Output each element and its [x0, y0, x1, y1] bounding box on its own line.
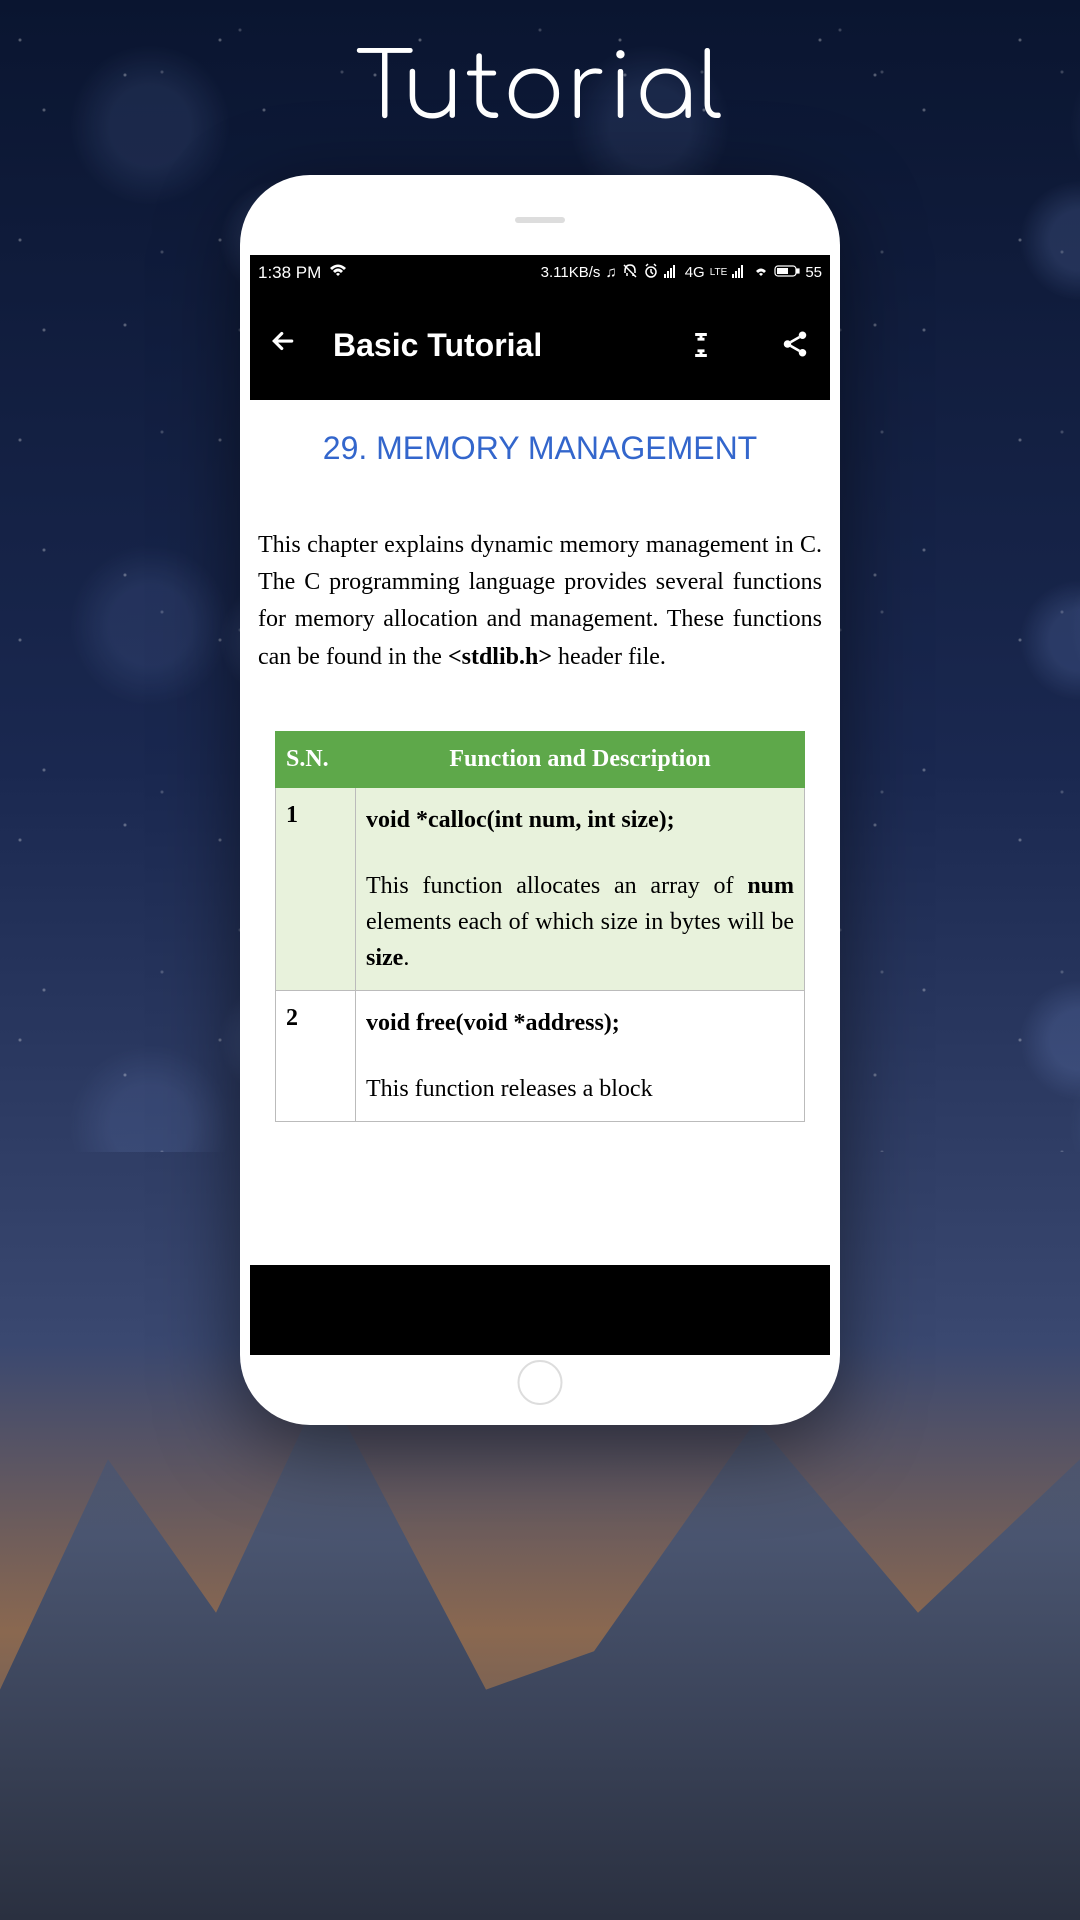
- mute-icon: [622, 263, 638, 283]
- row-content: void free(void *address); This function …: [356, 990, 805, 1121]
- status-time: 1:38 PM: [258, 263, 321, 283]
- status-battery-pct: 55: [805, 264, 822, 281]
- table-header-sn: S.N.: [276, 731, 356, 787]
- chapter-heading: 29. MEMORY MANAGEMENT: [255, 430, 825, 467]
- func-description: This function allocates an array of num …: [366, 873, 794, 971]
- row-sn: 1: [276, 787, 356, 990]
- wifi2-icon: [753, 264, 769, 281]
- back-icon[interactable]: [268, 326, 298, 365]
- status-bar: 1:38 PM 3.11KB/s ♫ 4G LTE: [250, 255, 830, 290]
- row-content: void *calloc(int num, int size); This fu…: [356, 787, 805, 990]
- table-header-row: S.N. Function and Description: [276, 731, 805, 787]
- status-lte: LTE: [710, 267, 728, 278]
- signal-icon: [664, 264, 680, 282]
- row-sn: 2: [276, 990, 356, 1121]
- table-row: 1 void *calloc(int num, int size); This …: [276, 787, 805, 990]
- phone-screen: 1:38 PM 3.11KB/s ♫ 4G LTE: [250, 255, 830, 1355]
- chapter-paragraph: This chapter explains dynamic memory man…: [255, 527, 825, 676]
- func-description: This function releases a block: [366, 1076, 653, 1102]
- signal2-icon: [732, 264, 748, 282]
- table-header-func: Function and Description: [356, 731, 805, 787]
- home-button[interactable]: [518, 1360, 563, 1405]
- fullscreen-icon[interactable]: [687, 331, 715, 359]
- alarm-icon: [643, 263, 659, 283]
- table-row: 2 void free(void *address); This functio…: [276, 990, 805, 1121]
- func-signature: void *calloc(int num, int size);: [366, 802, 794, 838]
- share-icon[interactable]: [780, 329, 812, 361]
- status-right: 3.11KB/s ♫ 4G LTE: [541, 263, 822, 283]
- headphones-icon: ♫: [605, 264, 616, 281]
- status-4g: 4G: [685, 264, 705, 281]
- wifi-icon: [329, 263, 347, 283]
- bottom-ad-bar: [250, 1265, 830, 1355]
- status-left: 1:38 PM: [258, 263, 347, 283]
- functions-table: S.N. Function and Description 1 void *ca…: [275, 731, 805, 1122]
- battery-icon: [774, 264, 800, 282]
- app-bar: Basic Tutorial: [250, 290, 830, 400]
- paragraph-text-after: header file.: [552, 644, 666, 670]
- stdlib-label: <stdlib.h>: [448, 644, 552, 670]
- func-signature: void free(void *address);: [366, 1005, 794, 1041]
- phone-frame: 1:38 PM 3.11KB/s ♫ 4G LTE: [240, 175, 840, 1425]
- page-title: Tutorial: [356, 40, 725, 140]
- status-netspeed: 3.11KB/s: [541, 264, 601, 281]
- phone-speaker: [515, 217, 565, 223]
- app-title: Basic Tutorial: [333, 327, 652, 364]
- content-area[interactable]: 29. MEMORY MANAGEMENT This chapter expla…: [250, 400, 830, 1265]
